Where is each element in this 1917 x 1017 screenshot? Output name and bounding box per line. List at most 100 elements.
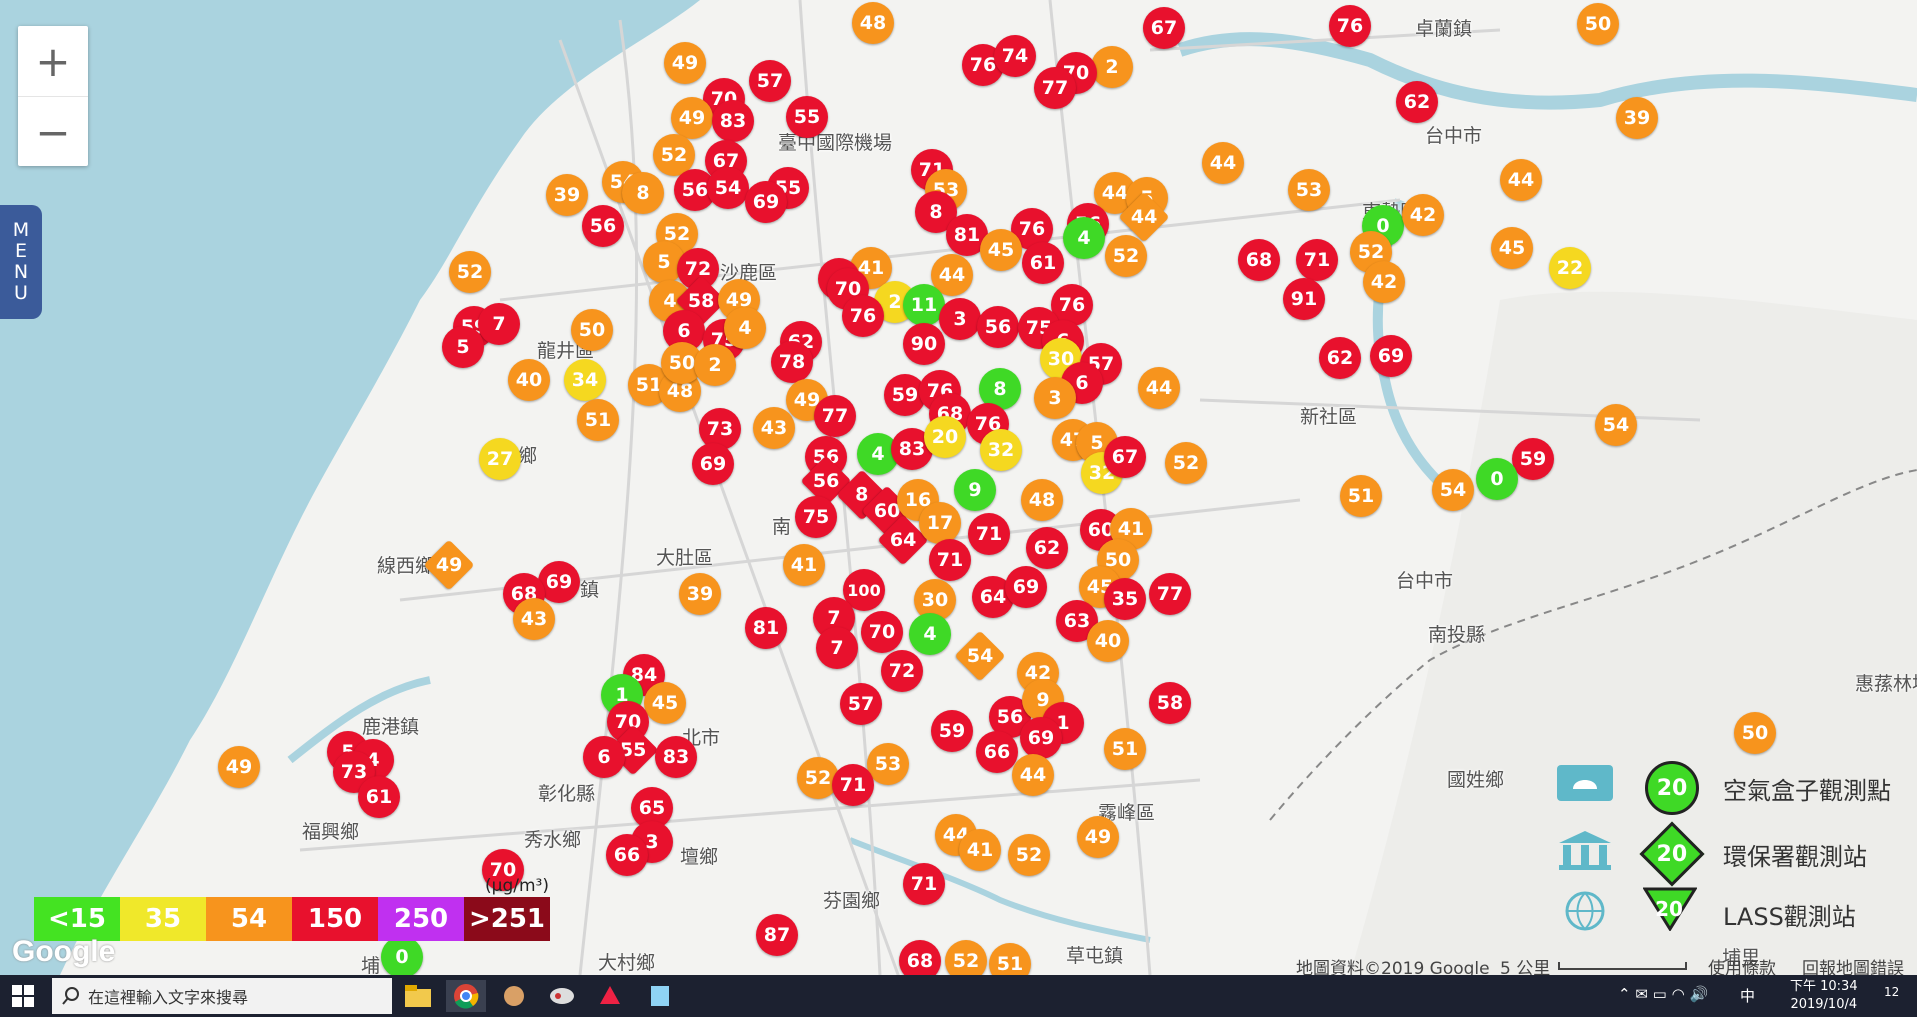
airbox-marker[interactable]: 35 — [1104, 578, 1146, 620]
notification-count[interactable]: 12 — [1884, 985, 1899, 999]
airbox-marker[interactable]: 39 — [679, 573, 721, 615]
airbox-marker[interactable]: 49 — [671, 97, 713, 139]
airbox-marker[interactable]: 78 — [771, 341, 813, 383]
airbox-marker[interactable]: 2 — [694, 344, 736, 386]
airbox-marker[interactable]: 32 — [980, 429, 1022, 471]
airbox-marker[interactable]: 41 — [959, 829, 1001, 871]
airbox-marker[interactable]: 69 — [1005, 566, 1047, 608]
airbox-marker[interactable]: 69 — [745, 181, 787, 223]
airbox-marker[interactable]: 83 — [712, 100, 754, 142]
app-icon[interactable] — [640, 980, 680, 1012]
airbox-marker[interactable]: 42 — [1402, 194, 1444, 236]
airbox-marker[interactable]: 50 — [571, 309, 613, 351]
airbox-marker[interactable]: 59 — [931, 710, 973, 752]
airbox-marker[interactable]: 39 — [546, 174, 588, 216]
airbox-marker[interactable]: 51 — [1104, 728, 1146, 770]
airbox-marker[interactable]: 55 — [786, 96, 828, 138]
airbox-marker[interactable]: 56 — [977, 306, 1019, 348]
airbox-marker[interactable]: 3 — [1034, 377, 1076, 419]
zoom-in-button[interactable]: + — [18, 26, 88, 97]
airbox-marker[interactable]: 3 — [939, 298, 981, 340]
airbox-marker[interactable]: 2 — [1091, 46, 1133, 88]
airbox-marker[interactable]: 77 — [814, 395, 856, 437]
airbox-marker[interactable]: 66 — [976, 731, 1018, 773]
airbox-marker[interactable]: 56 — [582, 205, 624, 247]
airbox-marker[interactable]: 70 — [861, 611, 903, 653]
airbox-marker[interactable]: 61 — [358, 776, 400, 818]
zoom-out-button[interactable]: − — [18, 97, 88, 167]
airbox-marker[interactable]: 91 — [1283, 278, 1325, 320]
airbox-marker[interactable]: 44 — [1202, 142, 1244, 184]
airbox-marker[interactable]: 90 — [903, 323, 945, 365]
airbox-marker[interactable]: 40 — [508, 359, 550, 401]
airbox-marker[interactable]: 52 — [1165, 442, 1207, 484]
airbox-marker[interactable]: 52 — [1008, 834, 1050, 876]
airbox-marker[interactable]: 68 — [1238, 239, 1280, 281]
airbox-marker[interactable]: 51 — [577, 399, 619, 441]
airbox-marker[interactable]: 53 — [1288, 169, 1330, 211]
airbox-marker[interactable]: 57 — [749, 60, 791, 102]
airbox-marker[interactable]: 4 — [724, 307, 766, 349]
taskbar-search-box[interactable]: 在這裡輸入文字來搜尋 — [52, 978, 392, 1014]
airbox-marker[interactable]: 7 — [478, 303, 520, 345]
airbox-marker[interactable]: 44 — [1012, 754, 1054, 796]
airbox-marker[interactable]: 51 — [1340, 475, 1382, 517]
airbox-marker[interactable]: 69 — [1370, 335, 1412, 377]
airbox-marker[interactable]: 44 — [1138, 367, 1180, 409]
airbox-marker[interactable]: 54 — [1595, 404, 1637, 446]
airbox-marker[interactable]: 61 — [1022, 242, 1064, 284]
airbox-marker[interactable]: 17 — [919, 502, 961, 544]
airbox-marker[interactable]: 50 — [1734, 712, 1776, 754]
airbox-marker[interactable]: 72 — [881, 650, 923, 692]
airbox-marker[interactable]: 62 — [1319, 337, 1361, 379]
airbox-marker[interactable]: 71 — [903, 863, 945, 905]
airbox-marker[interactable]: 52 — [945, 940, 987, 975]
taskbar-clock[interactable]: 下午 10:34 2019/10/4 — [1790, 978, 1858, 1014]
airbox-marker[interactable]: 52 — [1105, 235, 1147, 277]
airbox-marker[interactable]: 49 — [218, 746, 260, 788]
airbox-marker[interactable]: 62 — [1026, 527, 1068, 569]
airbox-marker[interactable]: 49 — [1077, 816, 1119, 858]
airbox-marker[interactable]: 52 — [449, 251, 491, 293]
airbox-marker[interactable]: 74 — [994, 35, 1036, 77]
airbox-marker[interactable]: 40 — [1087, 620, 1129, 662]
windows-start-icon[interactable] — [12, 985, 34, 1007]
airbox-marker[interactable]: 67 — [1143, 7, 1185, 49]
app-icon[interactable] — [542, 980, 582, 1012]
airbox-marker[interactable]: 76 — [1329, 5, 1371, 47]
app-icon[interactable] — [590, 980, 630, 1012]
airbox-marker[interactable]: 54 — [1432, 469, 1474, 511]
airbox-marker[interactable]: 87 — [756, 914, 798, 956]
airbox-marker[interactable]: 54 — [707, 167, 749, 209]
airbox-marker[interactable]: 0 — [381, 936, 423, 975]
airbox-marker[interactable]: 48 — [1021, 479, 1063, 521]
tray-icons[interactable]: ⌃ ✉ ▭ ◠ 🔊 — [1618, 985, 1708, 1003]
airbox-marker[interactable]: 58 — [1149, 682, 1191, 724]
airbox-marker[interactable]: 67 — [1104, 436, 1146, 478]
airbox-marker[interactable]: 0 — [1476, 458, 1518, 500]
airbox-marker[interactable]: 75 — [795, 496, 837, 538]
chrome-icon[interactable] — [446, 980, 486, 1012]
airbox-marker[interactable]: 43 — [753, 407, 795, 449]
airbox-marker[interactable]: 9 — [954, 469, 996, 511]
airbox-marker[interactable]: 83 — [655, 736, 697, 778]
airbox-marker[interactable]: 45 — [1491, 227, 1533, 269]
airbox-marker[interactable]: 42 — [1363, 261, 1405, 303]
airbox-marker[interactable]: 7 — [816, 627, 858, 669]
airbox-marker[interactable]: 6 — [583, 736, 625, 778]
airbox-marker[interactable]: 77 — [1149, 573, 1191, 615]
airbox-marker[interactable]: 44 — [1500, 159, 1542, 201]
airbox-marker[interactable]: 49 — [664, 42, 706, 84]
airbox-marker[interactable]: 4 — [1063, 217, 1105, 259]
airbox-marker[interactable]: 71 — [968, 513, 1010, 555]
airbox-marker[interactable]: 66 — [606, 834, 648, 876]
terms-link[interactable]: 使用條款 — [1708, 954, 1776, 975]
ime-indicator[interactable]: 中 — [1740, 985, 1755, 1006]
map-canvas[interactable]: 卓蘭鎮 臺中國際機場 沙鹿區 龍井區 大肚區 線西鄉 鹿港鎮 福興鄉 秀水鄉 芬園鄉 大村鄉 草屯鎮霧… — [0, 0, 1917, 975]
airbox-marker[interactable]: 45 — [980, 229, 1022, 271]
airbox-marker[interactable]: 71 — [832, 764, 874, 806]
airbox-marker[interactable]: 45 — [644, 682, 686, 724]
airbox-marker[interactable]: 69 — [692, 443, 734, 485]
airbox-marker[interactable]: 62 — [1396, 81, 1438, 123]
airbox-marker[interactable]: 71 — [929, 539, 971, 581]
